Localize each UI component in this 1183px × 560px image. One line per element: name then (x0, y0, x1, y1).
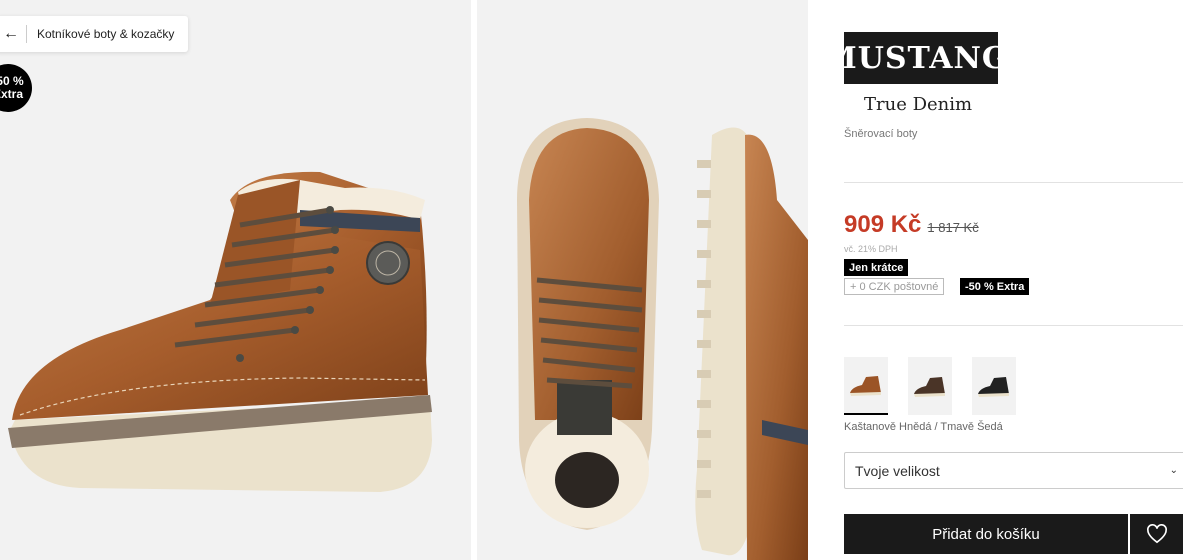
add-to-cart-button[interactable]: Přidat do košíku (844, 514, 1128, 554)
size-select[interactable]: Tvoje velikost ⌄ (844, 452, 1183, 489)
color-swatch[interactable] (972, 357, 1016, 415)
price-row: 909 Kč 1 817 Kč (844, 211, 979, 239)
promo-badge-line2: Extra (0, 87, 24, 101)
product-category: Šněrovací boty (844, 128, 918, 140)
shipping-tag: + 0 CZK poštovné (844, 278, 945, 295)
wishlist-button[interactable] (1130, 514, 1183, 554)
product-image-secondary[interactable] (477, 0, 808, 560)
original-price: 1 817 Kč (927, 220, 979, 235)
boot-side-illustration (8, 171, 432, 492)
boot-thumbnail (914, 377, 945, 397)
brand-tagline: True Denim (864, 94, 973, 115)
divider (844, 182, 1183, 183)
limited-time-tag: Jen krátce (844, 259, 909, 276)
brand-mark: ® (1009, 43, 1019, 53)
color-swatch[interactable] (844, 357, 888, 415)
product-image-main[interactable]: ← Kotníkové boty & kozačky -50 % Extra (0, 0, 471, 560)
selected-color-name: Kaštanově Hnědá / Tmavě Šedá (844, 421, 1003, 433)
product-info-panel: MUSTANG ® True Denim Šněrovací boty 909 K… (808, 0, 1183, 560)
boot-thumbnail (978, 377, 1009, 397)
color-swatch[interactable] (908, 357, 952, 415)
heart-icon (1146, 524, 1167, 544)
vat-note: vč. 21% DPH (844, 244, 898, 254)
boot-thumbnail (850, 376, 881, 396)
brand-name: MUSTANG (823, 40, 1009, 76)
breadcrumb-divider (26, 25, 27, 43)
breadcrumb[interactable]: ← Kotníkové boty & kozačky (0, 16, 189, 52)
divider (844, 325, 1183, 326)
product-page: ← Kotníkové boty & kozačky -50 % Extra (0, 0, 1183, 560)
boot-top-sole-illustration (517, 118, 808, 560)
breadcrumb-label[interactable]: Kotníkové boty & kozačky (37, 27, 174, 41)
arrow-left-icon[interactable]: ← (0, 16, 20, 52)
chevron-down-icon: ⌄ (1169, 465, 1178, 476)
size-select-placeholder: Tvoje velikost (855, 462, 940, 479)
brand-logo[interactable]: MUSTANG ® (823, 32, 1018, 84)
extra-discount-tag: -50 % Extra (960, 278, 1030, 295)
current-price: 909 Kč (844, 211, 922, 238)
